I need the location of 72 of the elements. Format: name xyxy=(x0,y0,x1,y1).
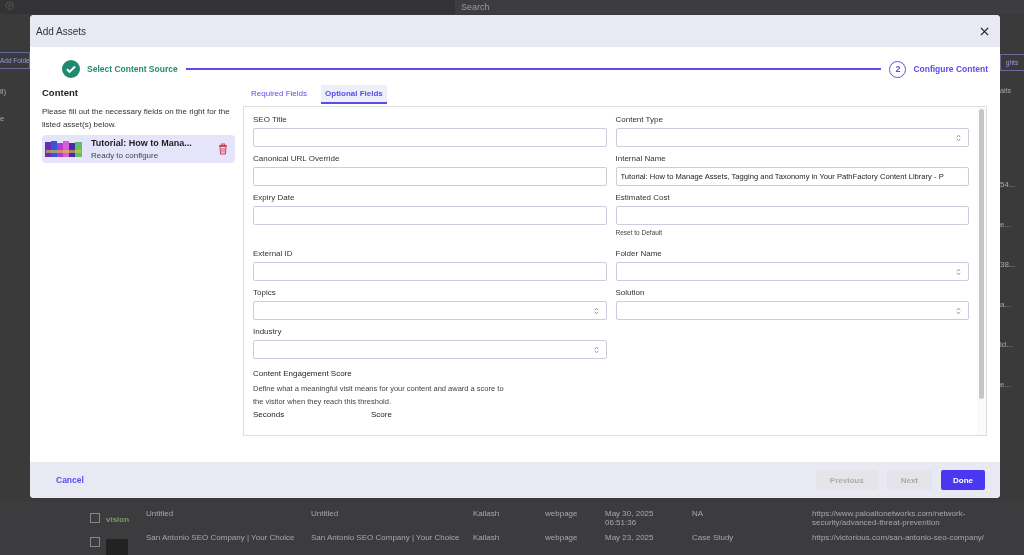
select-field[interactable] xyxy=(253,340,607,359)
sidebar-item[interactable]: ll) xyxy=(0,87,30,96)
scrollbar[interactable] xyxy=(977,107,986,435)
text-field[interactable] xyxy=(253,128,607,147)
table-cell-text: San Antonio SEO Company | Your Choice xyxy=(145,533,296,542)
field-label: Topics xyxy=(253,288,277,297)
table-cell-text: Kailash xyxy=(473,509,501,518)
text-field[interactable] xyxy=(615,206,969,225)
table-cell-text: ld... xyxy=(1000,340,1014,351)
chevron-updown-icon xyxy=(593,345,599,354)
asset-item[interactable]: Tutorial: How to Mana... Ready to configure xyxy=(42,135,235,163)
trash-icon[interactable] xyxy=(218,143,228,155)
field-label: External ID xyxy=(253,249,294,258)
select-field[interactable] xyxy=(615,128,969,147)
done-button[interactable]: Done xyxy=(941,470,985,490)
column-label: Score xyxy=(371,410,393,419)
field-label: Folder Name xyxy=(615,249,663,258)
table-cell-text: https://www.paloaltonetworks.com/network-security/advanced-threat-prevention xyxy=(812,509,967,527)
field-label: Estimated Cost xyxy=(615,193,671,202)
cancel-button[interactable]: Cancel xyxy=(50,474,90,486)
thumbnail-icon xyxy=(106,539,128,555)
row-checkbox[interactable] xyxy=(90,513,100,523)
table-cell-text: Case Study xyxy=(692,533,735,542)
table-cell-text: Untitled xyxy=(145,509,175,518)
table-cell-text: https://victorious.com/san-antonio-seo-company/ xyxy=(812,533,986,542)
chevron-updown-icon xyxy=(593,306,599,315)
field-label: SEO Title xyxy=(253,115,288,124)
table-cell-text: Kailash xyxy=(473,533,501,542)
field-label: Solution xyxy=(615,288,646,297)
row-checkbox[interactable] xyxy=(90,537,100,547)
select-field[interactable] xyxy=(615,301,969,320)
text-field[interactable] xyxy=(253,206,607,225)
field-label: Industry xyxy=(253,327,283,336)
field-label: Content Type xyxy=(615,115,664,124)
text-field[interactable] xyxy=(253,262,607,281)
table-cell-text: San Antonio SEO Company | Your Choice xyxy=(311,533,461,542)
table-cell-text: a... xyxy=(1000,300,1013,311)
instructions-text: Please fill out the necessary fields on the right for the listed asset(s) below. xyxy=(42,106,231,131)
table-cell-text: 38... xyxy=(1000,260,1017,271)
section-heading: Content Engagement Score xyxy=(253,369,353,378)
asset-title: Tutorial: How to Mana... xyxy=(91,138,193,148)
select-field[interactable] xyxy=(615,262,969,281)
vision-logo: vision xyxy=(106,515,131,524)
gear-icon[interactable] xyxy=(4,0,15,11)
column-label: Seconds xyxy=(253,410,286,419)
field-label: Expiry Date xyxy=(253,193,296,202)
table-cell-text: webpage xyxy=(545,509,579,518)
table-cell-text: May 23, 2025 xyxy=(605,533,655,542)
chevron-updown-icon xyxy=(956,306,961,315)
table-cell-text: 54... xyxy=(1000,180,1017,191)
step-label: Configure Content xyxy=(913,64,988,74)
asset-status: Ready to configure xyxy=(91,151,160,160)
search-field[interactable]: Search xyxy=(455,0,1024,14)
sidebar-item[interactable]: e xyxy=(0,114,30,123)
close-icon[interactable] xyxy=(980,26,989,36)
tab[interactable]: Required Fields xyxy=(247,85,312,104)
select-field[interactable] xyxy=(253,301,607,320)
chevron-updown-icon xyxy=(956,133,961,142)
table-cell-text: e... xyxy=(1000,380,1013,391)
table-cell-text: e... xyxy=(1000,220,1013,231)
section-heading: Content xyxy=(42,87,79,98)
dialog-title: Add Assets xyxy=(36,25,87,37)
table-cell-text: NA xyxy=(692,509,705,518)
table-cell-text: Untitled xyxy=(311,509,340,518)
step-label: Select Content Source xyxy=(87,64,178,74)
field-label: Canonical URL Override xyxy=(253,154,341,163)
text-field[interactable] xyxy=(253,167,607,186)
table-cell-text: webpage xyxy=(545,533,579,542)
tab[interactable]: Optional Fields xyxy=(321,85,387,104)
chevron-updown-icon xyxy=(956,267,961,276)
field-label: Internal Name xyxy=(615,154,667,163)
table-cell-text: May 30, 2025 06:51:36 xyxy=(605,509,655,527)
